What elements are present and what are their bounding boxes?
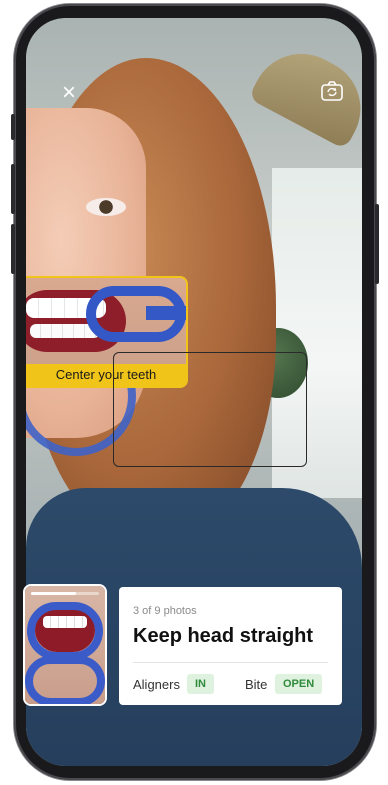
volume-up-button xyxy=(11,164,15,214)
camera-switch-icon[interactable] xyxy=(320,80,344,102)
focus-frame xyxy=(113,352,307,467)
photo-count: 3 of 9 photos xyxy=(133,605,197,617)
thumbnail-retractor xyxy=(27,602,103,660)
volume-down-button xyxy=(11,224,15,274)
photo-progress-fill xyxy=(31,592,77,595)
status-row: Aligners IN Bite OPEN xyxy=(133,673,328,695)
aligners-label: Aligners xyxy=(133,677,180,692)
power-button xyxy=(375,204,379,284)
aligners-status-badge: IN xyxy=(187,674,214,694)
instruction-card: 3 of 9 photos Keep head straight Aligner… xyxy=(119,587,342,705)
subject-eye xyxy=(86,198,126,216)
close-icon[interactable]: × xyxy=(58,81,80,105)
mute-switch xyxy=(11,114,15,140)
photo-progress-bar xyxy=(31,592,99,595)
thumbnail-retractor-lower xyxy=(25,656,105,704)
bite-label: Bite xyxy=(245,677,268,692)
retractor-handle xyxy=(146,306,186,320)
reference-photo-thumbnail[interactable] xyxy=(25,586,105,704)
instruction-title: Keep head straight xyxy=(133,625,314,647)
card-divider xyxy=(133,662,328,663)
bite-status-badge: OPEN xyxy=(275,674,323,694)
